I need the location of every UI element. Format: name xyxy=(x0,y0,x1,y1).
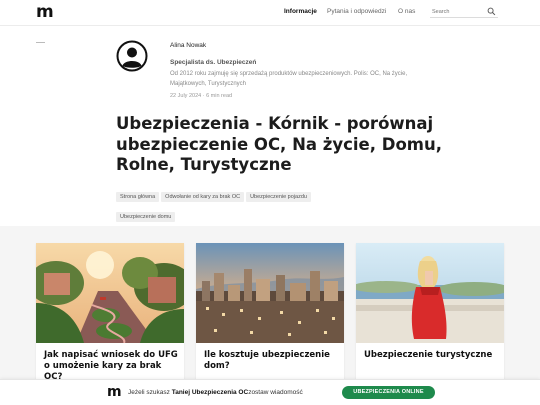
banner-text: Jeżeli szukasz Taniej Ubezpieczenia OCzo… xyxy=(128,389,303,396)
author-role: Specjalista ds. Ubezpieczeń xyxy=(170,59,257,66)
card-title[interactable]: Ile kosztuje ubezpieczenie dom? xyxy=(204,350,338,372)
site-logo[interactable]: m xyxy=(36,2,54,22)
author-bio: Od 2012 roku zajmuję się sprzedażą produ… xyxy=(170,71,408,87)
banner-logo: m xyxy=(107,384,122,400)
card-image-city xyxy=(196,243,344,343)
tag-strona-glowna[interactable]: Strona główna xyxy=(116,192,160,202)
side-divider xyxy=(36,42,45,43)
banner-text-tail: zostaw wiadomość xyxy=(248,389,303,396)
card-image-travel xyxy=(356,243,504,343)
article-card[interactable]: Jak napisać wniosek do UFG o umożenie ka… xyxy=(36,243,184,393)
nav-item-o-nas[interactable]: O nas xyxy=(398,7,415,17)
article-card[interactable]: Ile kosztuje ubezpieczenie dom? xyxy=(196,243,344,393)
banner-text-lead: Jeżeli szukasz xyxy=(128,389,172,396)
article-card[interactable]: Ubezpieczenie turystyczne xyxy=(356,243,504,393)
article-meta: 22 July 2024 · 6 min read xyxy=(170,93,233,99)
search-icon[interactable] xyxy=(487,7,496,16)
cta-button[interactable]: UBEZPIECZENIA ONLINE xyxy=(342,386,435,399)
top-header: m Informacje Pytania i odpowiedzi O nas xyxy=(0,0,540,26)
nav-item-pytania[interactable]: Pytania i odpowiedzi xyxy=(327,7,386,17)
page-title: Ubezpieczenia - Kórnik - porównaj ubezpi… xyxy=(116,114,442,174)
bottom-cta-banner: m Jeżeli szukasz Taniej Ubezpieczenia OC… xyxy=(0,379,540,405)
tag-ubezpieczenie-pojazdu[interactable]: Ubezpieczenie pojazdu xyxy=(246,192,311,202)
card-image-street xyxy=(36,243,184,343)
banner-text-bold: Taniej Ubezpieczenia OC xyxy=(171,389,249,396)
card-title[interactable]: Ubezpieczenie turystyczne xyxy=(364,350,498,361)
nav-item-informacje[interactable]: Informacje xyxy=(284,7,317,17)
tag-ubezpieczenie-domu[interactable]: Ubezpieczenie domu xyxy=(116,212,176,222)
search-box xyxy=(430,5,498,18)
search-input[interactable] xyxy=(432,7,484,16)
tag-list: Strona główna Odwołanie od kary za brak O… xyxy=(116,185,376,225)
user-avatar-icon[interactable] xyxy=(116,40,148,72)
tag-odwolanie[interactable]: Odwołanie od kary za brak OC xyxy=(161,192,245,202)
author-name[interactable]: Alina Nowak xyxy=(170,42,206,49)
